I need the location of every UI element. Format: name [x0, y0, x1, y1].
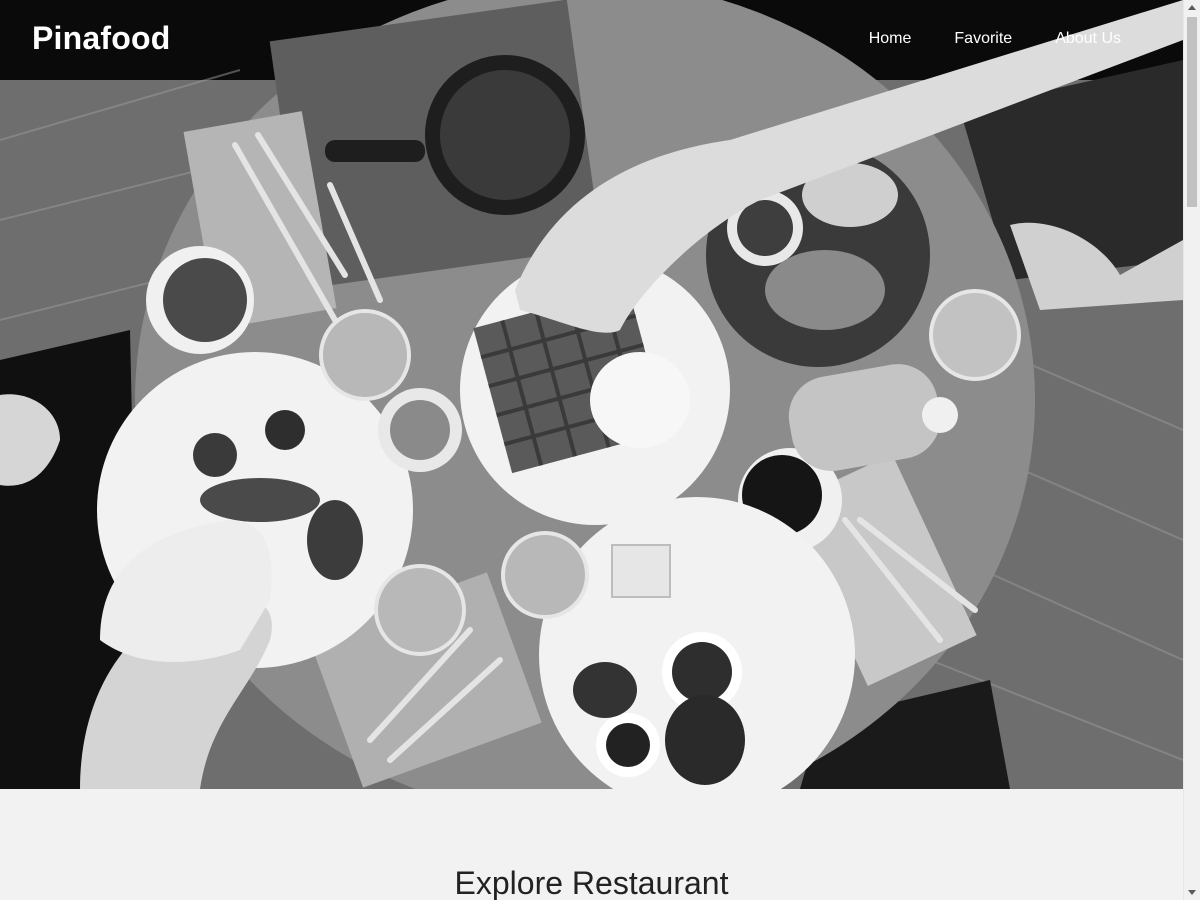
explore-section: Explore Restaurant	[0, 789, 1183, 900]
nav-link-home[interactable]: Home	[869, 30, 912, 48]
explore-heading: Explore Restaurant	[454, 865, 729, 900]
vertical-scrollbar[interactable]	[1183, 0, 1200, 900]
hero-image	[0, 0, 1183, 789]
page-viewport: Pinafood Home Favorite About Us Explore …	[0, 0, 1183, 900]
scroll-up-arrow-icon[interactable]	[1188, 5, 1196, 10]
nav-menu: Home Favorite About Us	[869, 30, 1121, 48]
hero-photo-illustration	[0, 0, 1183, 789]
nav-link-about-us[interactable]: About Us	[1055, 30, 1121, 48]
brand-logo[interactable]: Pinafood	[32, 20, 170, 57]
nav-link-favorite[interactable]: Favorite	[954, 30, 1012, 48]
navbar: Pinafood Home Favorite About Us	[0, 0, 1183, 80]
scroll-down-arrow-icon[interactable]	[1188, 890, 1196, 895]
scrollbar-thumb[interactable]	[1187, 17, 1197, 207]
